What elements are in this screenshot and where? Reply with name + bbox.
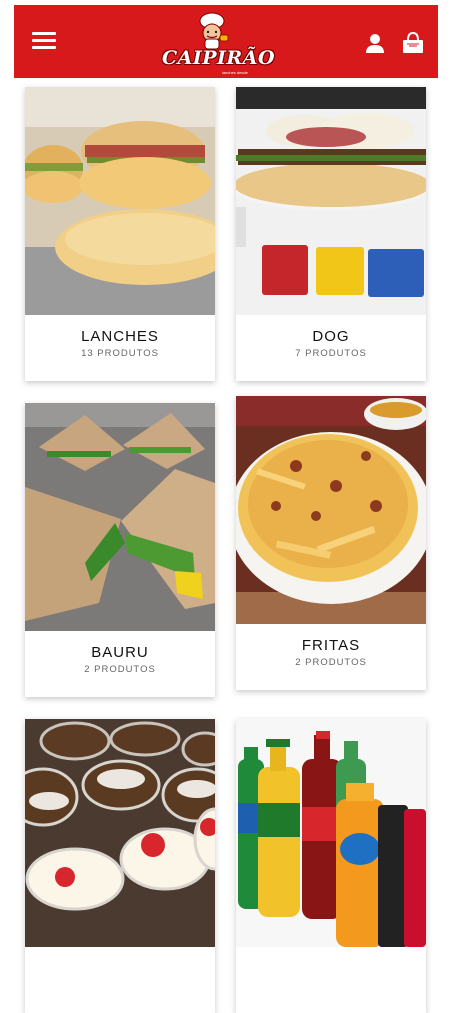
category-image-bauru (25, 403, 215, 631)
category-image-desserts (25, 719, 215, 947)
category-card-fritas[interactable]: FRITAS 2 PRODUTOS (236, 396, 426, 690)
menu-icon-bar (32, 39, 56, 42)
category-count: 7 PRODUTOS (295, 348, 367, 359)
user-icon[interactable] (363, 31, 387, 55)
category-name: BAURU (91, 644, 149, 661)
menu-button[interactable] (32, 32, 56, 50)
category-image-drinks (236, 719, 426, 947)
category-count: 2 PRODUTOS (84, 664, 156, 675)
shopping-bag-icon[interactable] (400, 31, 424, 55)
brand-name: CAIPIRÃO (162, 47, 276, 69)
category-name: LANCHES (81, 328, 159, 345)
category-name: DOG (312, 328, 350, 345)
menu-icon-bar (32, 46, 56, 49)
category-count: 13 PRODUTOS (81, 348, 159, 359)
category-image-lanches (25, 87, 215, 315)
brand-tagline: lanches desde (222, 70, 248, 75)
category-image-dog (236, 87, 426, 315)
category-image-fritas (236, 396, 426, 624)
category-card-bauru[interactable]: BAURU 2 PRODUTOS (25, 403, 215, 697)
brand-logo[interactable]: CAIPIRÃO lanches desde (162, 9, 276, 75)
category-card-6[interactable] (236, 719, 426, 1013)
menu-icon-bar (32, 32, 56, 35)
category-card-lanches[interactable]: LANCHES 13 PRODUTOS (25, 87, 215, 381)
category-count: 2 PRODUTOS (295, 657, 367, 668)
category-card-dog[interactable]: DOG 7 PRODUTOS (236, 87, 426, 381)
category-card-5[interactable] (25, 719, 215, 1013)
app-header: CAIPIRÃO lanches desde (14, 5, 438, 78)
category-name: FRITAS (301, 637, 361, 654)
